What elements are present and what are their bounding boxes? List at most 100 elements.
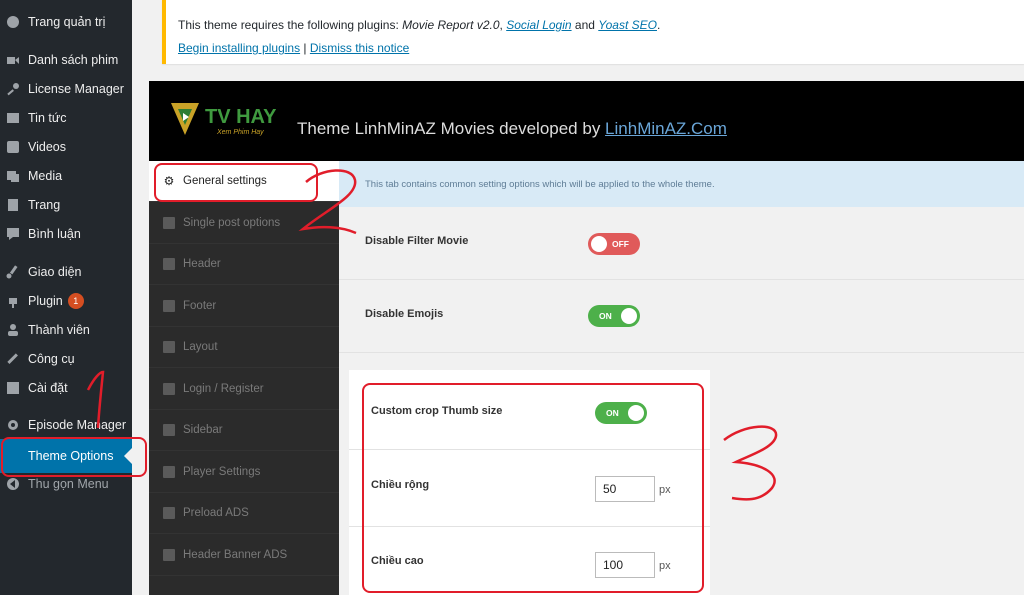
sidebar-item-news[interactable]: Tin tức <box>0 106 132 130</box>
tab-player-settings[interactable]: Player Settings <box>149 452 339 493</box>
sidebar-item-label: Thành viên <box>28 323 90 337</box>
image-icon <box>163 507 175 519</box>
tab-footer[interactable]: Footer <box>149 286 339 327</box>
plugin-notice: This theme requires the following plugin… <box>162 0 1024 64</box>
tab-login-register[interactable]: Login / Register <box>149 369 339 410</box>
annotation-box-general-settings <box>154 163 318 202</box>
sidebar-item-label: Thu gọn Menu <box>28 477 109 491</box>
tab-label: Player Settings <box>183 466 261 478</box>
separator: | <box>300 41 310 55</box>
footer-icon <box>163 300 175 312</box>
setting-row-filter-movie: Disable Filter Movie OFF <box>339 207 1024 280</box>
sidebar-item-plugins[interactable]: Plugin 1 <box>0 289 132 313</box>
sidebar-item-settings[interactable]: Cài đặt <box>0 376 132 400</box>
notice-text: This theme requires the following plugin… <box>178 18 403 32</box>
sidebar-item-appearance[interactable]: Giao diện <box>0 260 132 284</box>
sidebar-item-users[interactable]: Thành viên <box>0 318 132 342</box>
tab-preload-ads[interactable]: Preload ADS <box>149 493 339 534</box>
emojis-toggle[interactable]: ON <box>588 305 640 327</box>
update-count-badge: 1 <box>67 293 84 309</box>
setting-row-emojis: Disable Emojis ON <box>339 280 1024 353</box>
tab-label: Sidebar <box>183 424 223 436</box>
sidebar-item-media[interactable]: Media <box>0 164 132 188</box>
tab-sidebar[interactable]: Sidebar <box>149 410 339 451</box>
sidebar-item-episode-manager[interactable]: Episode Manager <box>0 413 132 437</box>
tab-label: Footer <box>183 300 217 312</box>
admin-sidebar: Trang quản trị Danh sách phim License Ma… <box>0 0 132 595</box>
developer-link[interactable]: LinhMinAZ.Com <box>605 119 727 138</box>
separator: and <box>571 18 599 32</box>
plugin-link-yoast[interactable]: Yoast SEO <box>598 18 657 32</box>
tab-label: Header <box>183 258 221 270</box>
toggle-state: ON <box>599 311 612 321</box>
sidebar-item-videos[interactable]: Videos <box>0 135 132 159</box>
sidebar-item-label: License Manager <box>28 82 124 96</box>
logo-text: TV HAY <box>205 106 277 128</box>
sidebar-item-label: Episode Manager <box>28 418 126 432</box>
sidebar-item-label: Media <box>28 169 63 183</box>
sidebar-item-tools[interactable]: Công cụ <box>0 347 132 371</box>
brush-icon <box>6 265 20 279</box>
player-icon <box>163 466 175 478</box>
gear-icon <box>6 418 20 432</box>
setting-label: Disable Emojis <box>365 308 444 320</box>
plugin-link-social-login[interactable]: Social Login <box>506 18 571 32</box>
tab-header-banner-ads[interactable]: Header Banner ADS <box>149 535 339 576</box>
tab-label: Single post options <box>183 217 281 229</box>
news-icon <box>6 111 20 125</box>
tab-header[interactable]: Header <box>149 244 339 285</box>
logo-subtext: Xem Phim Hay <box>216 129 264 136</box>
collapse-icon <box>6 477 20 491</box>
sidebar-item-label: Danh sách phim <box>28 53 119 67</box>
key-icon <box>6 82 20 96</box>
login-icon <box>163 383 175 395</box>
tab-label: Preload ADS <box>183 507 249 519</box>
options-tabs: ⚙ General settings Single post options He… <box>149 161 339 595</box>
toggle-knob <box>621 308 637 324</box>
filter-movie-toggle[interactable]: OFF <box>588 233 640 255</box>
comment-icon <box>6 227 20 241</box>
media-icon <box>6 169 20 183</box>
panel-header: TV HAY Xem Phim Hay Theme LinhMinAZ Movi… <box>149 81 1024 161</box>
sidebar-item-label: Tin tức <box>28 111 67 125</box>
setting-label: Disable Filter Movie <box>365 235 469 247</box>
sidebar-item-comments[interactable]: Bình luận <box>0 222 132 246</box>
sidebar-item-pages[interactable]: Trang <box>0 193 132 217</box>
sidebar-item-label: Cài đặt <box>28 381 68 395</box>
id-card-icon <box>163 217 175 229</box>
sidebar-item-dashboard[interactable]: Trang quản trị <box>0 10 132 34</box>
play-icon <box>6 140 20 154</box>
plugin-icon <box>6 294 20 308</box>
notice-message: This theme requires the following plugin… <box>178 18 1024 32</box>
dismiss-notice-link[interactable]: Dismiss this notice <box>310 41 409 55</box>
separator: . <box>656 18 661 32</box>
sidebar-item-license[interactable]: License Manager <box>0 77 132 101</box>
sidebar-item-label: Videos <box>28 140 66 154</box>
page-icon <box>6 198 20 212</box>
tvhay-logo: TV HAY Xem Phim Hay <box>171 103 277 136</box>
header-icon <box>163 258 175 270</box>
tab-label: Layout <box>183 341 218 353</box>
sidebar-item-label: Trang quản trị <box>28 15 106 29</box>
dashboard-icon <box>6 15 20 29</box>
toggle-knob <box>591 236 607 252</box>
panel-title-text: Theme LinhMinAZ Movies developed by <box>297 119 606 138</box>
video-camera-icon <box>6 53 20 67</box>
image-icon <box>163 549 175 561</box>
notice-actions: Begin installing plugins | Dismiss this … <box>178 41 1024 55</box>
tab-layout[interactable]: Layout <box>149 327 339 368</box>
panel-title: Theme LinhMinAZ Movies developed by Linh… <box>297 119 727 139</box>
layout-icon <box>163 341 175 353</box>
tab-single-post-options[interactable]: Single post options <box>149 203 339 244</box>
annotation-box-theme-options <box>1 437 147 477</box>
wrench-icon <box>6 352 20 366</box>
tab-label: Login / Register <box>183 383 264 395</box>
plugin-name: Movie Report v2.0 <box>402 18 500 32</box>
sidebar-item-label: Giao diện <box>28 265 82 279</box>
sidebar-item-movies[interactable]: Danh sách phim <box>0 48 132 72</box>
user-icon <box>6 323 20 337</box>
sidebar-item-label: Trang <box>28 198 61 212</box>
sidebar-icon <box>163 424 175 436</box>
install-plugins-link[interactable]: Begin installing plugins <box>178 41 300 55</box>
settings-icon <box>6 381 20 395</box>
